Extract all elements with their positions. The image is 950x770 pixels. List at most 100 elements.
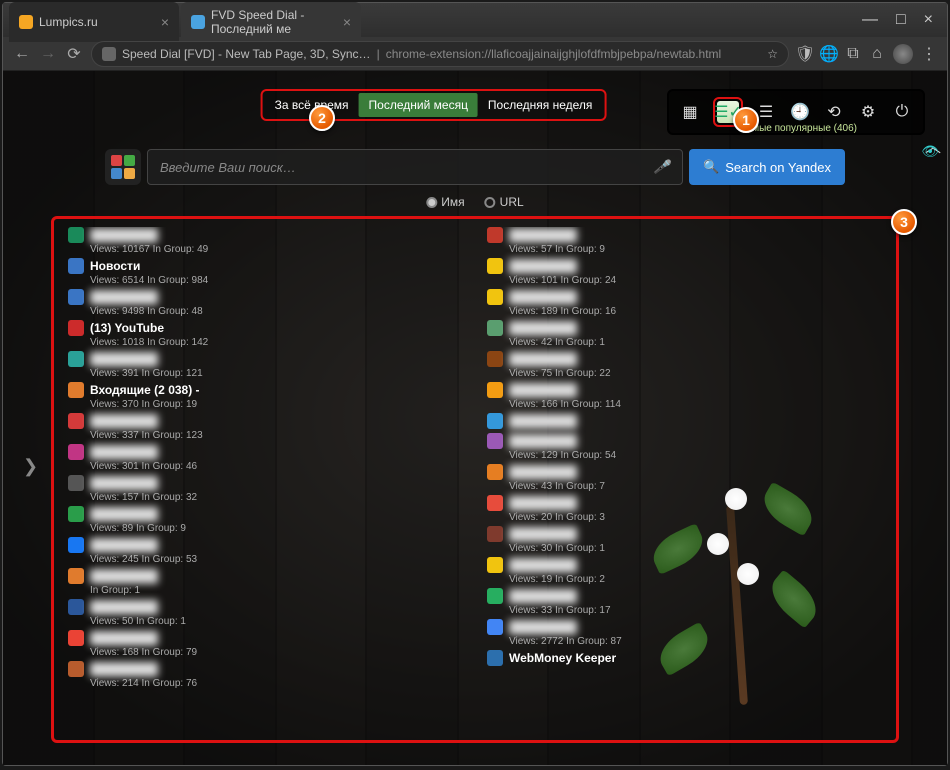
favicon [487, 320, 503, 336]
item-stats: Views: 75 In Group: 22 [487, 368, 882, 379]
eye-icon[interactable]: 👁 [921, 143, 939, 160]
list-item[interactable]: ████████Views: 30 In Group: 1 [487, 526, 882, 554]
search-row: Введите Ваш поиск… 🎤 🔍 Search on Yandex [105, 149, 845, 185]
item-stats: Views: 168 In Group: 79 [68, 647, 463, 658]
list-item[interactable]: НовостиViews: 6514 In Group: 984 [68, 258, 463, 286]
search-input[interactable]: Введите Ваш поиск… 🎤 [147, 149, 683, 185]
item-stats: Views: 101 In Group: 24 [487, 275, 882, 286]
item-name: ████████ [509, 352, 629, 366]
history-icon[interactable]: 🕘 [789, 101, 811, 123]
search-button[interactable]: 🔍 Search on Yandex [689, 149, 845, 185]
list-item[interactable]: ████████Views: 20 In Group: 3 [487, 495, 882, 523]
period-month[interactable]: Последний месяц [359, 93, 478, 117]
list-item[interactable]: ████████Views: 50 In Group: 1 [68, 599, 463, 627]
list-item[interactable]: ████████Views: 129 In Group: 54 [487, 433, 882, 461]
tab-favicon [191, 15, 205, 29]
item-name: ████████ [509, 259, 629, 273]
maximize-button[interactable]: □ [896, 11, 906, 29]
list-item[interactable]: ████████Views: 10167 In Group: 49 [68, 227, 463, 255]
forward-icon[interactable]: → [39, 45, 57, 63]
list-item[interactable]: ████████Views: 168 In Group: 79 [68, 630, 463, 658]
favicon [487, 619, 503, 635]
list-item[interactable]: ████████Views: 245 In Group: 53 [68, 537, 463, 565]
speed-dial-logo [105, 149, 141, 185]
item-name: ████████ [90, 352, 210, 366]
radio-name[interactable]: Имя [426, 195, 464, 209]
profile-avatar[interactable] [893, 44, 913, 64]
menu-icon[interactable]: ⋮ [921, 46, 937, 62]
list-item[interactable]: ████████Views: 391 In Group: 121 [68, 351, 463, 379]
list-item[interactable]: ████████ Views: 33 In Group: 17 [487, 588, 882, 616]
list-item[interactable]: ████████Views: 301 In Group: 46 [68, 444, 463, 472]
item-stats: Views: 214 In Group: 76 [68, 678, 463, 689]
side-expand-icon[interactable]: ❯ [23, 456, 38, 477]
reload-icon[interactable]: ⟳ [65, 44, 83, 64]
item-stats: Views: 43 In Group: 7 [487, 481, 882, 492]
close-icon[interactable]: × [161, 14, 169, 30]
item-stats: Views: 166 In Group: 114 [487, 399, 882, 410]
list-item[interactable]: ████████ Views: 75 In Group: 22 [487, 351, 882, 379]
item-stats: In Group: 1 [68, 585, 463, 596]
back-icon[interactable]: ← [13, 45, 31, 63]
list-item[interactable]: ████████ [487, 413, 882, 430]
star-icon[interactable]: ☆ [767, 47, 778, 61]
minimize-button[interactable]: — [862, 11, 878, 29]
url-bar: ← → ⟳ Speed Dial [FVD] - New Tab Page, 3… [3, 37, 947, 71]
favicon [68, 382, 84, 398]
gear-icon[interactable]: ⚙ [857, 101, 879, 123]
favicon [487, 650, 503, 666]
list-item[interactable]: ████████Views: 337 In Group: 123 [68, 413, 463, 441]
list-item[interactable]: Входящие (2 038) -Views: 370 In Group: 1… [68, 382, 463, 410]
list-item[interactable]: ████████Views: 166 In Group: 114 [487, 382, 882, 410]
list-item[interactable]: ████████ Views: 101 In Group: 24 [487, 258, 882, 286]
home-icon[interactable]: ⌂ [869, 46, 885, 62]
tab-title: FVD Speed Dial - Последний ме [211, 8, 337, 36]
browser-tab[interactable]: Lumpics.ru × [9, 2, 179, 42]
item-name: ████████ [509, 496, 629, 510]
list-item[interactable]: ████████Views: 57 In Group: 9 [487, 227, 882, 255]
item-stats: Views: 30 In Group: 1 [487, 543, 882, 554]
item-name: Новости [90, 259, 140, 273]
sync-icon[interactable]: ⟲ [823, 101, 845, 123]
item-name: ████████ [509, 558, 629, 572]
item-name: ████████ [90, 507, 210, 521]
item-stats: Views: 33 In Group: 17 [487, 605, 882, 616]
item-name: ████████ [509, 589, 629, 603]
list-item[interactable]: ████████Views: 189 In Group: 16 [487, 289, 882, 317]
radio-url[interactable]: URL [485, 195, 524, 209]
popular-label: мые популярные (406) [752, 123, 857, 134]
globe-icon[interactable]: 🌐 [821, 46, 837, 62]
favicon [68, 506, 84, 522]
item-name: ████████ [90, 662, 210, 676]
item-name: ████████ [90, 538, 210, 552]
list-item[interactable]: ████████ In Group: 1 [68, 568, 463, 596]
browser-tab-active[interactable]: FVD Speed Dial - Последний ме × [181, 2, 361, 42]
mic-icon[interactable]: 🎤 [654, 159, 670, 175]
close-icon[interactable]: × [343, 14, 351, 30]
list-item[interactable]: ████████Views: 43 In Group: 7 [487, 464, 882, 492]
close-button[interactable]: × [924, 11, 933, 29]
list-item[interactable]: WebMoney Keeper [487, 650, 882, 667]
item-name: ████████ [90, 569, 210, 583]
list-item[interactable]: ████████Views: 42 In Group: 1 [487, 320, 882, 348]
item-name: ████████ [509, 228, 629, 242]
list-item[interactable]: ████████Views: 89 In Group: 9 [68, 506, 463, 534]
list-item[interactable]: ████████Views: 2772 In Group: 87 [487, 619, 882, 647]
list-item[interactable]: ████████Views: 9498 In Group: 48 [68, 289, 463, 317]
list-item[interactable]: (13) YouTubeViews: 1018 In Group: 142 [68, 320, 463, 348]
item-name: (13) YouTube [90, 321, 164, 335]
favicon [487, 258, 503, 274]
grid-icon[interactable]: ▦ [679, 101, 701, 123]
list-item[interactable]: ████████Views: 19 In Group: 2 [487, 557, 882, 585]
favicon [68, 258, 84, 274]
address-input[interactable]: Speed Dial [FVD] - New Tab Page, 3D, Syn… [91, 41, 789, 67]
item-stats: Views: 370 In Group: 19 [68, 399, 463, 410]
cube-icon[interactable]: ⧉ [845, 46, 861, 62]
period-week[interactable]: Последняя неделя [478, 93, 602, 117]
list-item[interactable]: ████████ Views: 214 In Group: 76 [68, 661, 463, 689]
item-stats: Views: 42 In Group: 1 [487, 337, 882, 348]
power-icon[interactable]: ⏻ [891, 101, 913, 123]
list-item[interactable]: ████████Views: 157 In Group: 32 [68, 475, 463, 503]
shield-icon[interactable]: 🛡 [797, 46, 813, 62]
bookmarks-list: ████████Views: 10167 In Group: 49 Новости… [51, 216, 899, 743]
